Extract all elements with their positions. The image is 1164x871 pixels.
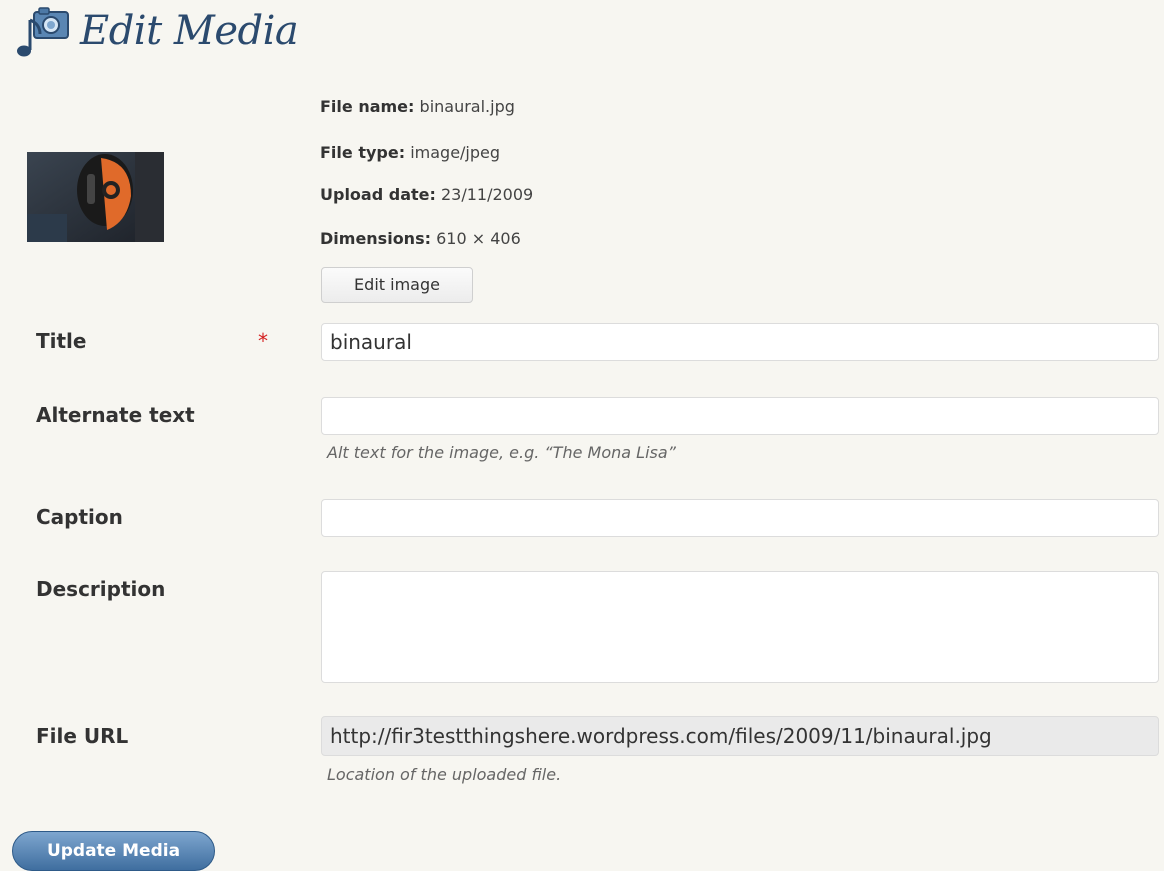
page-title: Edit Media <box>80 8 299 54</box>
edit-image-button[interactable]: Edit image <box>321 267 473 303</box>
file-type-row: File type: image/jpeg <box>320 143 500 163</box>
title-input[interactable] <box>321 323 1159 361</box>
image-thumbnail <box>27 152 164 242</box>
description-label: Description <box>36 577 166 601</box>
caption-input[interactable] <box>321 499 1159 537</box>
file-name-label: File name: <box>320 97 415 116</box>
file-name-value: binaural.jpg <box>419 97 515 116</box>
alt-text-input[interactable] <box>321 397 1159 435</box>
dimensions-row: Dimensions: 610 × 406 <box>320 229 521 249</box>
dimensions-value: 610 × 406 <box>436 229 521 248</box>
upload-date-label: Upload date: <box>320 185 436 204</box>
file-type-label: File type: <box>320 143 406 162</box>
file-url-input[interactable] <box>321 716 1159 756</box>
alt-text-label: Alternate text <box>36 403 195 427</box>
upload-date-value: 23/11/2009 <box>440 185 534 204</box>
update-media-button[interactable]: Update Media <box>12 831 215 871</box>
page-header: Edit Media <box>10 4 299 64</box>
file-url-hint: Location of the uploaded file. <box>327 765 562 784</box>
caption-label: Caption <box>36 505 123 529</box>
media-icon <box>17 7 69 57</box>
required-asterisk: * <box>258 329 268 353</box>
upload-date-row: Upload date: 23/11/2009 <box>320 185 533 205</box>
title-label: Title <box>36 329 87 353</box>
dimensions-label: Dimensions: <box>320 229 431 248</box>
file-name-row: File name: binaural.jpg <box>320 97 515 117</box>
alt-text-hint: Alt text for the image, e.g. “The Mona L… <box>327 443 676 462</box>
file-url-label: File URL <box>36 724 129 748</box>
file-type-value: image/jpeg <box>410 143 501 162</box>
description-textarea[interactable] <box>321 571 1159 683</box>
